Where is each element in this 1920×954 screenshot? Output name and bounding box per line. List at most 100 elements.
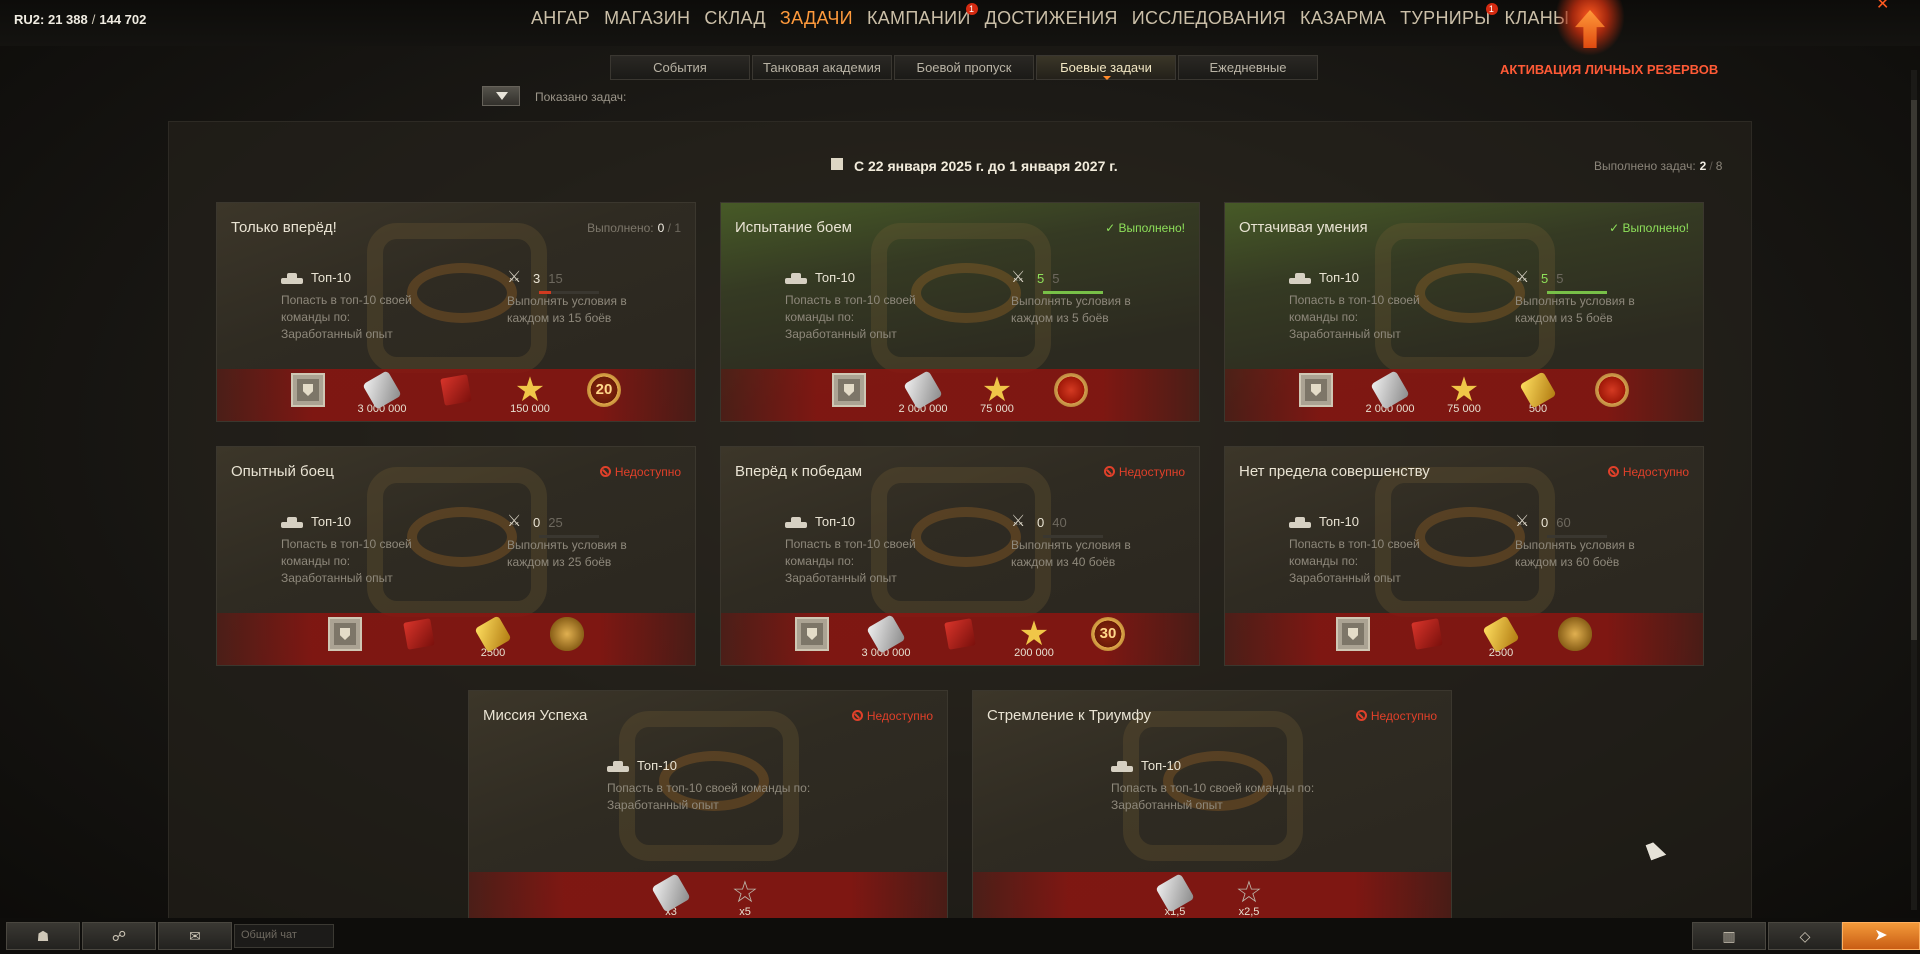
close-icon[interactable]: ✕ xyxy=(1876,0,1889,14)
mission-card[interactable]: Испытание боем ✓ Выполнено! Топ-10 Попасть … xyxy=(720,202,1200,422)
reward-item[interactable] xyxy=(1331,617,1375,663)
mission-card[interactable]: Опытный боец Недоступно Топ-10 Попасть в то… xyxy=(216,446,696,666)
nav-item-5[interactable]: ДОСТИЖЕНИЯ xyxy=(978,8,1125,29)
mission-card[interactable]: Вперёд к победам Недоступно Топ-10 Попасть … xyxy=(720,446,1200,666)
nav-item-6[interactable]: ИССЛЕДОВАНИЯ xyxy=(1125,8,1293,29)
reward-item[interactable] xyxy=(434,373,478,419)
reward-item[interactable]: ★ 150 000 xyxy=(508,373,552,419)
nav-item-4[interactable]: КАМПАНИИ 1 xyxy=(860,3,978,29)
reward-item[interactable]: 3 000 000 xyxy=(862,614,910,663)
nav-item-label: ЗАДАЧИ xyxy=(779,8,853,28)
reward-item[interactable]: 3 000 000 xyxy=(358,370,406,419)
reward-item[interactable] xyxy=(827,373,871,419)
card-emblem-ring xyxy=(407,263,517,323)
reward-item[interactable] xyxy=(790,617,834,663)
condition-text-line: Заработанный опыт xyxy=(1111,798,1223,812)
reward-item[interactable] xyxy=(545,617,589,663)
battles-total: 15 xyxy=(548,270,563,286)
reward-item[interactable] xyxy=(1294,373,1338,419)
platoon-button[interactable]: ☗ xyxy=(6,922,80,950)
subtab-0[interactable]: События xyxy=(610,55,750,80)
friends-button[interactable]: ☍ xyxy=(82,922,156,950)
tank-badge-icon xyxy=(1558,617,1592,651)
reward-item[interactable]: x3 xyxy=(649,873,693,922)
battles-value: 0 xyxy=(1037,514,1045,530)
subtab-4[interactable]: Ежедневные xyxy=(1178,55,1318,80)
stats-button[interactable]: ▥ xyxy=(1692,922,1766,950)
filter-button[interactable] xyxy=(482,86,520,106)
reward-item[interactable] xyxy=(938,617,982,663)
nav-item-3[interactable]: ЗАДАЧИ xyxy=(773,8,860,29)
mission-card[interactable]: Только вперёд! Выполнено: 0 / 1 Топ-10 Попас… xyxy=(216,202,696,422)
tank-badge-icon xyxy=(550,617,584,651)
condition-top10: Топ-10 Попасть в топ-10 своей команды по: З… xyxy=(281,513,412,587)
condition-text-line: Попасть в топ-10 своей xyxy=(281,293,412,307)
reward-item[interactable]: 2 000 000 xyxy=(899,370,947,419)
scrollbar-thumb[interactable] xyxy=(1911,100,1917,640)
status-label: Недоступно xyxy=(614,465,681,479)
condition-battles: ⚔ 0 25 Выполнять условия в каждом из 25 боёв xyxy=(507,513,627,571)
condition-head: Топ-10 xyxy=(607,757,810,774)
book-icon xyxy=(1299,373,1333,407)
condition-battles: ⚔ 0 60 Выполнять условия в каждом из 60 боёв xyxy=(1515,513,1635,571)
condition-text-line: каждом из 5 боёв xyxy=(1011,311,1109,325)
subtab-3[interactable]: Боевые задачи xyxy=(1036,55,1176,80)
nav-item-2[interactable]: СКЛАД xyxy=(697,8,773,29)
battles-progress-bar xyxy=(539,535,599,538)
nav-item-label: КАМПАНИИ xyxy=(866,8,971,28)
mission-card[interactable]: Оттачивая умения ✓ Выполнено! Топ-10 Попаст… xyxy=(1224,202,1704,422)
condition-text-line: Заработанный опыт xyxy=(785,327,897,341)
reward-item[interactable]: 20 xyxy=(582,373,626,419)
unavailable-icon xyxy=(1103,466,1115,477)
chat-channels-button[interactable]: ✉ xyxy=(158,922,232,950)
session-button[interactable]: ◇ xyxy=(1768,922,1842,950)
battles-progress-fill xyxy=(539,291,551,294)
condition-top10: Топ-10 Попасть в топ-10 своей команды по:… xyxy=(607,757,810,814)
reward-item[interactable]: 2 000 000 xyxy=(1366,370,1414,419)
personal-reserves-button[interactable]: АКТИВАЦИЯ ЛИЧНЫХ РЕЗЕРВОВ xyxy=(1500,62,1718,77)
notifications-button[interactable]: ➤ xyxy=(1842,922,1920,950)
rewards-strip: 3 000 000 ★ 150 000 20 xyxy=(217,369,695,421)
condition-text-line: Выполнять условия в xyxy=(1011,294,1131,308)
chat-input[interactable]: Общий чат xyxy=(234,924,334,948)
status-label: Недоступно xyxy=(866,709,933,723)
card-emblem-ring xyxy=(1415,263,1525,323)
gold-icon xyxy=(1519,371,1557,409)
reward-item[interactable]: 2500 xyxy=(471,615,515,663)
nav-item-7[interactable]: КАЗАРМА xyxy=(1293,8,1393,29)
reward-item[interactable] xyxy=(323,617,367,663)
mission-card[interactable]: Стремление к Триумфу Недоступно Топ-10 Попа… xyxy=(972,690,1452,925)
reward-item[interactable] xyxy=(1049,373,1093,419)
reward-item[interactable]: ★ 200 000 xyxy=(1012,617,1056,663)
nav-item-0[interactable]: АНГАР xyxy=(524,8,597,29)
reward-item[interactable] xyxy=(397,617,441,663)
subtab-1[interactable]: Танковая академия xyxy=(752,55,892,80)
condition-title: Топ-10 xyxy=(1319,514,1359,529)
reward-item[interactable] xyxy=(1553,617,1597,663)
reward-item[interactable] xyxy=(1405,617,1449,663)
nav-item-8[interactable]: ТУРНИРЫ 1 xyxy=(1393,3,1498,29)
reward-item[interactable]: x1,5 xyxy=(1153,873,1197,922)
condition-title: Топ-10 xyxy=(815,270,855,285)
condition-title: Топ-10 xyxy=(311,514,351,529)
card-title: Опытный боец xyxy=(231,463,334,480)
red-book-icon xyxy=(440,374,472,406)
unavailable-icon xyxy=(599,466,611,477)
reward-item[interactable] xyxy=(1590,373,1634,419)
reward-item[interactable]: ★ 75 000 xyxy=(975,373,1019,419)
reward-item[interactable]: ☆ x2,5 xyxy=(1227,876,1271,922)
card-title: Вперёд к победам xyxy=(735,463,863,480)
nav-item-1[interactable]: МАГАЗИН xyxy=(597,8,697,29)
medal-30-icon: 30 xyxy=(1091,617,1125,651)
reward-item[interactable]: 500 xyxy=(1516,371,1560,419)
condition-head: Топ-10 xyxy=(1289,513,1420,530)
status-label: ✓ Выполнено! xyxy=(1609,221,1689,235)
mission-card[interactable]: Нет предела совершенству Недоступно Топ-10… xyxy=(1224,446,1704,666)
mission-card[interactable]: Миссия Успеха Недоступно Топ-10 Попасть в т… xyxy=(468,690,948,925)
reward-item[interactable]: 2500 xyxy=(1479,615,1523,663)
reward-item[interactable]: ☆ x5 xyxy=(723,876,767,922)
reward-item[interactable] xyxy=(286,373,330,419)
reward-item[interactable]: 30 xyxy=(1086,617,1130,663)
reward-item[interactable]: ★ 75 000 xyxy=(1442,373,1486,419)
subtab-2[interactable]: Боевой пропуск xyxy=(894,55,1034,80)
